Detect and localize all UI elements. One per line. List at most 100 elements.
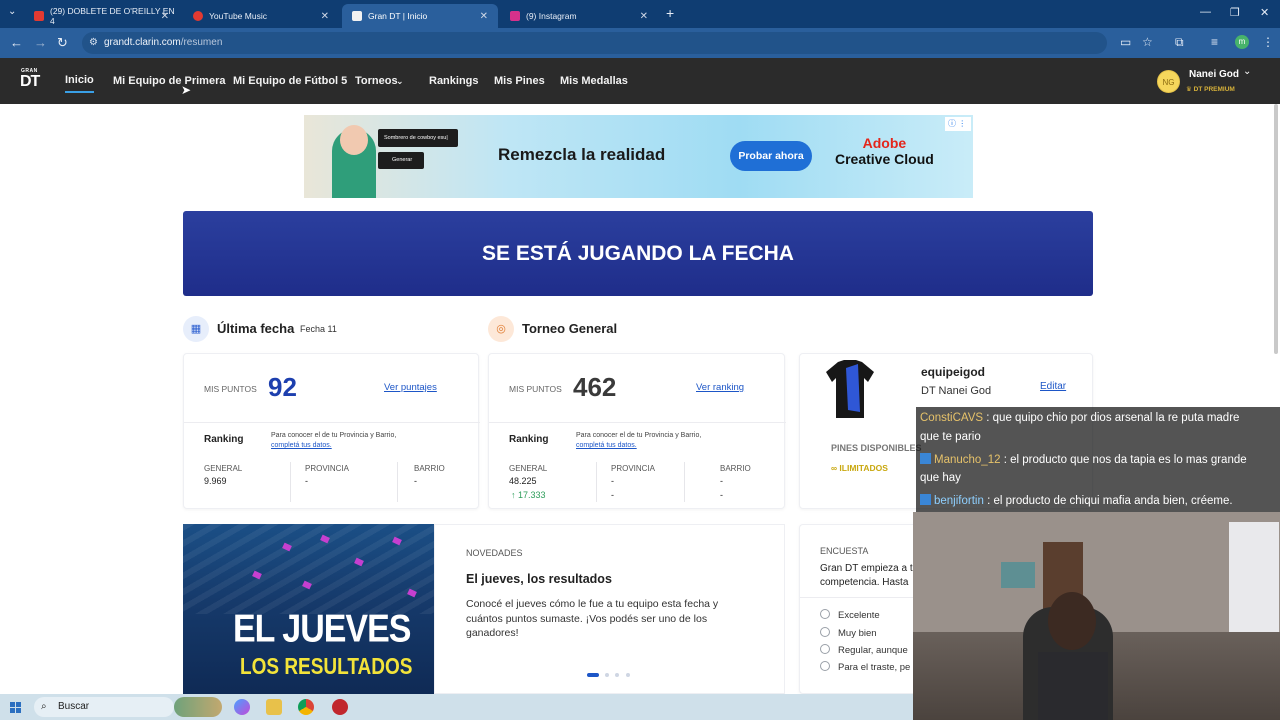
webcam-person-head xyxy=(1048,592,1096,650)
windows-taskbar: ⌕ Buscar xyxy=(0,694,913,720)
windows-start-icon[interactable] xyxy=(10,702,21,713)
survey-option[interactable]: Muy bien xyxy=(820,627,877,639)
ad-cta-button[interactable]: Probar ahora xyxy=(730,141,812,171)
restore-icon[interactable]: ❐ xyxy=(1230,6,1240,19)
radio-icon[interactable] xyxy=(820,644,830,654)
search-icon: ⌕ xyxy=(41,701,47,712)
bookmark-star-icon[interactable]: ☆ xyxy=(1142,35,1153,49)
carousel-dot[interactable] xyxy=(605,673,609,677)
nav-rankings[interactable]: Rankings xyxy=(429,75,479,87)
completa-datos-link[interactable]: completá tus datos. xyxy=(271,442,332,449)
close-tab-icon[interactable]: ✕ xyxy=(640,11,648,22)
tab-instagram[interactable]: (9) Instagram ✕ xyxy=(500,4,658,28)
site-info-icon[interactable]: ⚙ xyxy=(89,32,98,54)
chat-message: ConstiCAVS : que quipo chio por dios ars… xyxy=(920,409,1239,427)
chevron-down-icon[interactable]: ⌄ xyxy=(396,76,404,87)
ad-generate-chip: Generar xyxy=(378,152,424,169)
mis-puntos-value: 92 xyxy=(268,372,297,402)
file-explorer-icon[interactable] xyxy=(266,699,282,715)
radio-icon[interactable] xyxy=(820,609,830,619)
url-host: grandt.clarin.com xyxy=(104,37,181,48)
user-menu-chevron-icon[interactable]: ⌄ xyxy=(1243,66,1251,77)
close-window-icon[interactable]: ✕ xyxy=(1260,6,1269,19)
webcam-screen xyxy=(1001,562,1035,588)
survey-option[interactable]: Regular, aunque xyxy=(820,644,908,656)
address-bar[interactable]: ⚙ grandt.clarin.com/resumen xyxy=(82,32,1107,54)
ver-ranking-link[interactable]: Ver ranking xyxy=(696,382,744,393)
chat-message: Manucho_12 : el producto que nos da tapi… xyxy=(920,451,1247,469)
col-divider xyxy=(397,462,398,502)
fecha-number: Fecha 11 xyxy=(300,324,337,334)
site-header: GRAN DT Inicio Mi Equipo de Primera Mi E… xyxy=(0,58,1280,104)
taskbar-search[interactable]: ⌕ Buscar xyxy=(34,697,174,717)
chat-message: que hay xyxy=(920,469,961,487)
completa-datos-link[interactable]: completá tus datos. xyxy=(576,442,637,449)
close-tab-icon[interactable]: ✕ xyxy=(321,11,329,22)
nav-mi-equipo-primera[interactable]: Mi Equipo de Primera xyxy=(113,75,225,87)
tab-gran-dt[interactable]: Gran DT | Inicio ✕ xyxy=(342,4,498,28)
weather-widget-icon[interactable] xyxy=(174,697,222,717)
provincia-value: - xyxy=(611,476,614,486)
chat-message: benjifortin : el producto de chiqui mafi… xyxy=(920,492,1233,510)
fecha-banner: SE ESTÁ JUGANDO LA FECHA xyxy=(183,211,1093,296)
webcam-shirt xyxy=(1229,522,1279,632)
carousel-dot[interactable] xyxy=(615,673,619,677)
promo-image[interactable]: EL JUEVES LOS RESULTADOS xyxy=(183,524,434,694)
profile-avatar[interactable]: m xyxy=(1235,35,1249,49)
minimize-icon[interactable]: — xyxy=(1200,6,1211,18)
tab-youtube-music[interactable]: YouTube Music ✕ xyxy=(183,4,339,28)
nav-torneos[interactable]: Torneos xyxy=(355,75,398,87)
app-icon[interactable] xyxy=(332,699,348,715)
edit-team-link[interactable]: Editar xyxy=(1040,381,1066,392)
copilot-icon[interactable] xyxy=(234,699,250,715)
tab-youtube-video[interactable]: (29) DOBLETE DE O'REILLY EN 4 ✕ xyxy=(24,4,179,28)
divider xyxy=(184,422,480,423)
logo-main-text: DT xyxy=(20,73,40,90)
nav-mis-medallas[interactable]: Mis Medallas xyxy=(560,75,628,87)
col-general: GENERAL xyxy=(509,464,548,473)
news-card[interactable]: NOVEDADES El jueves, los resultados Cono… xyxy=(434,524,785,694)
ad-headline: Remezcla la realidad xyxy=(498,145,666,164)
ultima-fecha-title: Última fecha xyxy=(217,321,295,336)
close-tab-icon[interactable]: ✕ xyxy=(161,11,169,22)
extensions-icon[interactable]: ⧉ xyxy=(1175,35,1184,50)
cast-icon[interactable]: ▭ xyxy=(1120,35,1131,49)
reload-icon[interactable]: ↻ xyxy=(57,35,68,51)
general-change: ↑ 17.333 xyxy=(511,490,546,500)
completa-datos-hint: Para conocer el de tu Provincia y Barrio… xyxy=(271,431,396,451)
radio-icon[interactable] xyxy=(820,627,830,637)
calendar-icon: ▦ xyxy=(183,316,209,342)
nav-mi-equipo-futbol5[interactable]: Mi Equipo de Fútbol 5 xyxy=(233,75,347,87)
back-icon[interactable]: ← xyxy=(10,35,23,50)
ver-puntajes-link[interactable]: Ver puntajes xyxy=(384,382,437,393)
nav-inicio[interactable]: Inicio xyxy=(65,74,94,93)
grandt-logo[interactable]: GRAN DT xyxy=(20,68,42,94)
radio-icon[interactable] xyxy=(820,661,830,671)
user-name[interactable]: Nanei God xyxy=(1189,69,1239,80)
menu-icon[interactable]: ⋮ xyxy=(1262,35,1274,49)
ad-choices-icon[interactable]: ⓘ ⋮ xyxy=(945,117,971,131)
chrome-icon[interactable] xyxy=(298,699,314,715)
tab-title: YouTube Music xyxy=(209,11,267,21)
ranking-label: Ranking xyxy=(204,434,244,445)
survey-option[interactable]: Para el traste, pe xyxy=(820,661,910,673)
chat-text: : el producto que nos da tapia es lo mas… xyxy=(1000,454,1247,466)
reading-list-icon[interactable]: ≡ xyxy=(1211,35,1218,49)
tab-search-icon[interactable]: ⌄ xyxy=(8,6,16,17)
page-scrollbar[interactable] xyxy=(1274,104,1278,354)
tab-title: Gran DT | Inicio xyxy=(368,11,428,21)
carousel-dot-active[interactable] xyxy=(587,673,599,677)
forward-icon[interactable]: → xyxy=(34,35,47,50)
survey-question-1: Gran DT empieza a tr xyxy=(820,563,916,574)
tier-label: DT PREMIUM xyxy=(1193,86,1235,93)
nav-mis-pines[interactable]: Mis Pines xyxy=(494,75,545,87)
user-avatar[interactable]: NG xyxy=(1157,70,1180,93)
survey-option[interactable]: Excelente xyxy=(820,609,880,621)
new-tab-icon[interactable]: + xyxy=(666,5,674,21)
mis-puntos-label: MIS PUNTOS xyxy=(204,384,257,394)
chat-text: que te pario xyxy=(920,431,981,443)
carousel-dot[interactable] xyxy=(626,673,630,677)
mis-puntos-label: MIS PUNTOS xyxy=(509,384,562,394)
adobe-ad-banner[interactable]: Sombrero de cowboy esu| Generar Remezcla… xyxy=(304,115,973,198)
close-tab-icon[interactable]: ✕ xyxy=(480,11,488,22)
